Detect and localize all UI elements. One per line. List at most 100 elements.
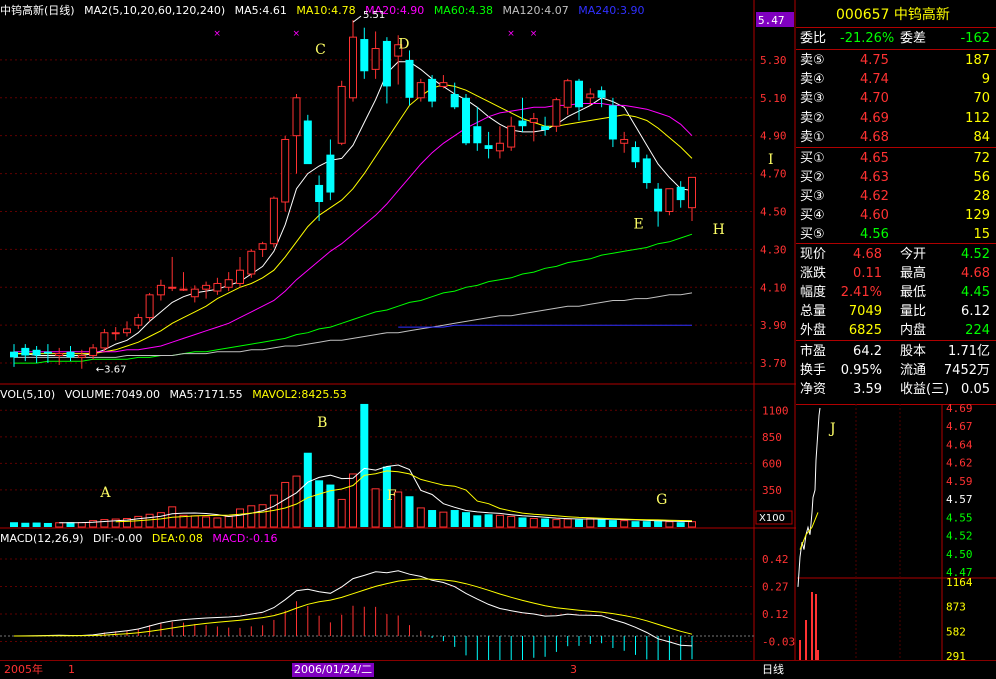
quote-row: 现价 4.68 今开 4.52 xyxy=(796,245,996,264)
candle-body xyxy=(405,59,414,98)
volume-bar xyxy=(145,513,154,528)
quote-label: 涨跌 xyxy=(800,266,827,281)
fundamental-label: 净资 xyxy=(800,382,827,397)
candle-body xyxy=(89,347,98,356)
candlestick xyxy=(247,249,256,278)
candle-body xyxy=(55,353,64,356)
candlestick xyxy=(575,78,583,121)
volume-bar xyxy=(202,516,211,528)
period-daily-tab[interactable]: 日线 xyxy=(762,663,784,677)
quote-row: 卖⑤ 4.75 187 xyxy=(796,51,996,70)
candlestick xyxy=(156,279,165,301)
volume-bar xyxy=(224,515,233,528)
vol-axis-tick: 850 xyxy=(762,431,782,444)
vol-unit-label: X100 xyxy=(759,513,785,524)
volume-bar xyxy=(77,522,86,528)
annotation-f: F xyxy=(387,488,397,504)
quote-row: 涨跌 0.11 最高 4.68 xyxy=(796,264,996,283)
candle-body xyxy=(495,142,504,152)
candle-body xyxy=(349,36,357,99)
quote-label: 量比 xyxy=(900,304,927,319)
volume-bar xyxy=(428,510,437,527)
buy-level-label: 买⑤ xyxy=(800,227,825,242)
annotation-b: B xyxy=(317,415,327,431)
candlestick xyxy=(303,114,312,165)
candle-body xyxy=(371,48,380,70)
volume-bar xyxy=(134,515,143,528)
candle-body xyxy=(21,347,30,356)
sell-level-label: 卖⑤ xyxy=(800,53,825,68)
volume-bar xyxy=(665,521,674,528)
volume-bar xyxy=(495,514,504,528)
candlestick xyxy=(382,37,391,104)
candlestick xyxy=(665,188,674,216)
annotation-a: A xyxy=(99,485,111,501)
volume-bar xyxy=(688,521,696,528)
candle-body xyxy=(281,138,290,203)
annotation-c: C xyxy=(315,42,326,58)
volume-bar xyxy=(676,522,685,527)
candle-body xyxy=(337,85,346,144)
candlestick xyxy=(450,82,459,110)
candlestick xyxy=(642,154,651,189)
vol-axis-tick: 600 xyxy=(762,457,782,470)
volume-bar xyxy=(654,520,663,527)
quote-row: 卖③ 4.70 70 xyxy=(796,89,996,108)
candle-body xyxy=(382,40,391,87)
volume-bar xyxy=(32,522,41,527)
candlestick xyxy=(66,346,75,362)
candle-body xyxy=(688,176,696,209)
candlestick xyxy=(473,107,482,151)
candlestick xyxy=(371,31,380,79)
candlestick xyxy=(292,94,301,174)
candle-body xyxy=(360,39,369,72)
candle-body xyxy=(473,126,482,144)
annotation-g: G xyxy=(656,492,667,508)
quote-value: 6.12 xyxy=(961,304,990,319)
buy-level-label: 买③ xyxy=(800,189,825,204)
quote-label: 总量 xyxy=(800,304,827,319)
candlestick xyxy=(145,292,154,322)
candlestick xyxy=(495,126,504,159)
candle-body xyxy=(190,288,199,298)
volume-bar xyxy=(575,519,583,527)
wei-bi-label: 委比 xyxy=(800,31,827,46)
quote-label: 今开 xyxy=(900,247,927,262)
volume-bar xyxy=(349,473,357,528)
wei-cha-label: 委差 xyxy=(900,31,927,46)
volume-bar xyxy=(236,508,244,528)
candlestick xyxy=(213,277,222,295)
max-price-label: 5.51 xyxy=(363,10,385,21)
volume-bar xyxy=(281,481,290,528)
quote-value: 4.68 xyxy=(853,247,882,262)
candlestick xyxy=(179,272,188,292)
candle-body xyxy=(202,284,211,290)
volume-bar xyxy=(473,515,482,527)
candlestick xyxy=(55,347,64,365)
ma-line-ma5 xyxy=(14,61,693,356)
price-axis-tick: 3.70 xyxy=(760,357,787,370)
quote-value: 4.52 xyxy=(961,247,990,262)
candlestick xyxy=(563,78,572,115)
volume-bar xyxy=(529,518,538,528)
wei-bi-value: -21.26% xyxy=(840,31,895,46)
candlestick xyxy=(32,346,41,364)
annotation-d: D xyxy=(398,37,409,53)
fundamental-value: 3.59 xyxy=(853,382,882,397)
buy-level-label: 买② xyxy=(800,170,825,185)
sell-level-label: 卖① xyxy=(800,129,825,145)
candlestick xyxy=(190,285,199,303)
volume-bar xyxy=(563,518,572,528)
ma-line-ma10 xyxy=(14,83,693,355)
timeline-mark-3: 3 xyxy=(570,663,577,676)
quote-row: 买④ 4.60 129 xyxy=(796,206,996,225)
candlestick xyxy=(123,321,131,337)
buy-volume: 72 xyxy=(973,151,990,166)
candlestick xyxy=(439,75,448,89)
fundamental-label: 股本 xyxy=(900,344,927,359)
sell-price: 4.69 xyxy=(860,110,889,126)
candlestick xyxy=(281,135,290,212)
timeline-mark-1: 1 xyxy=(68,663,75,676)
candle-body xyxy=(10,351,18,358)
year-label: 2005年 xyxy=(4,663,43,676)
